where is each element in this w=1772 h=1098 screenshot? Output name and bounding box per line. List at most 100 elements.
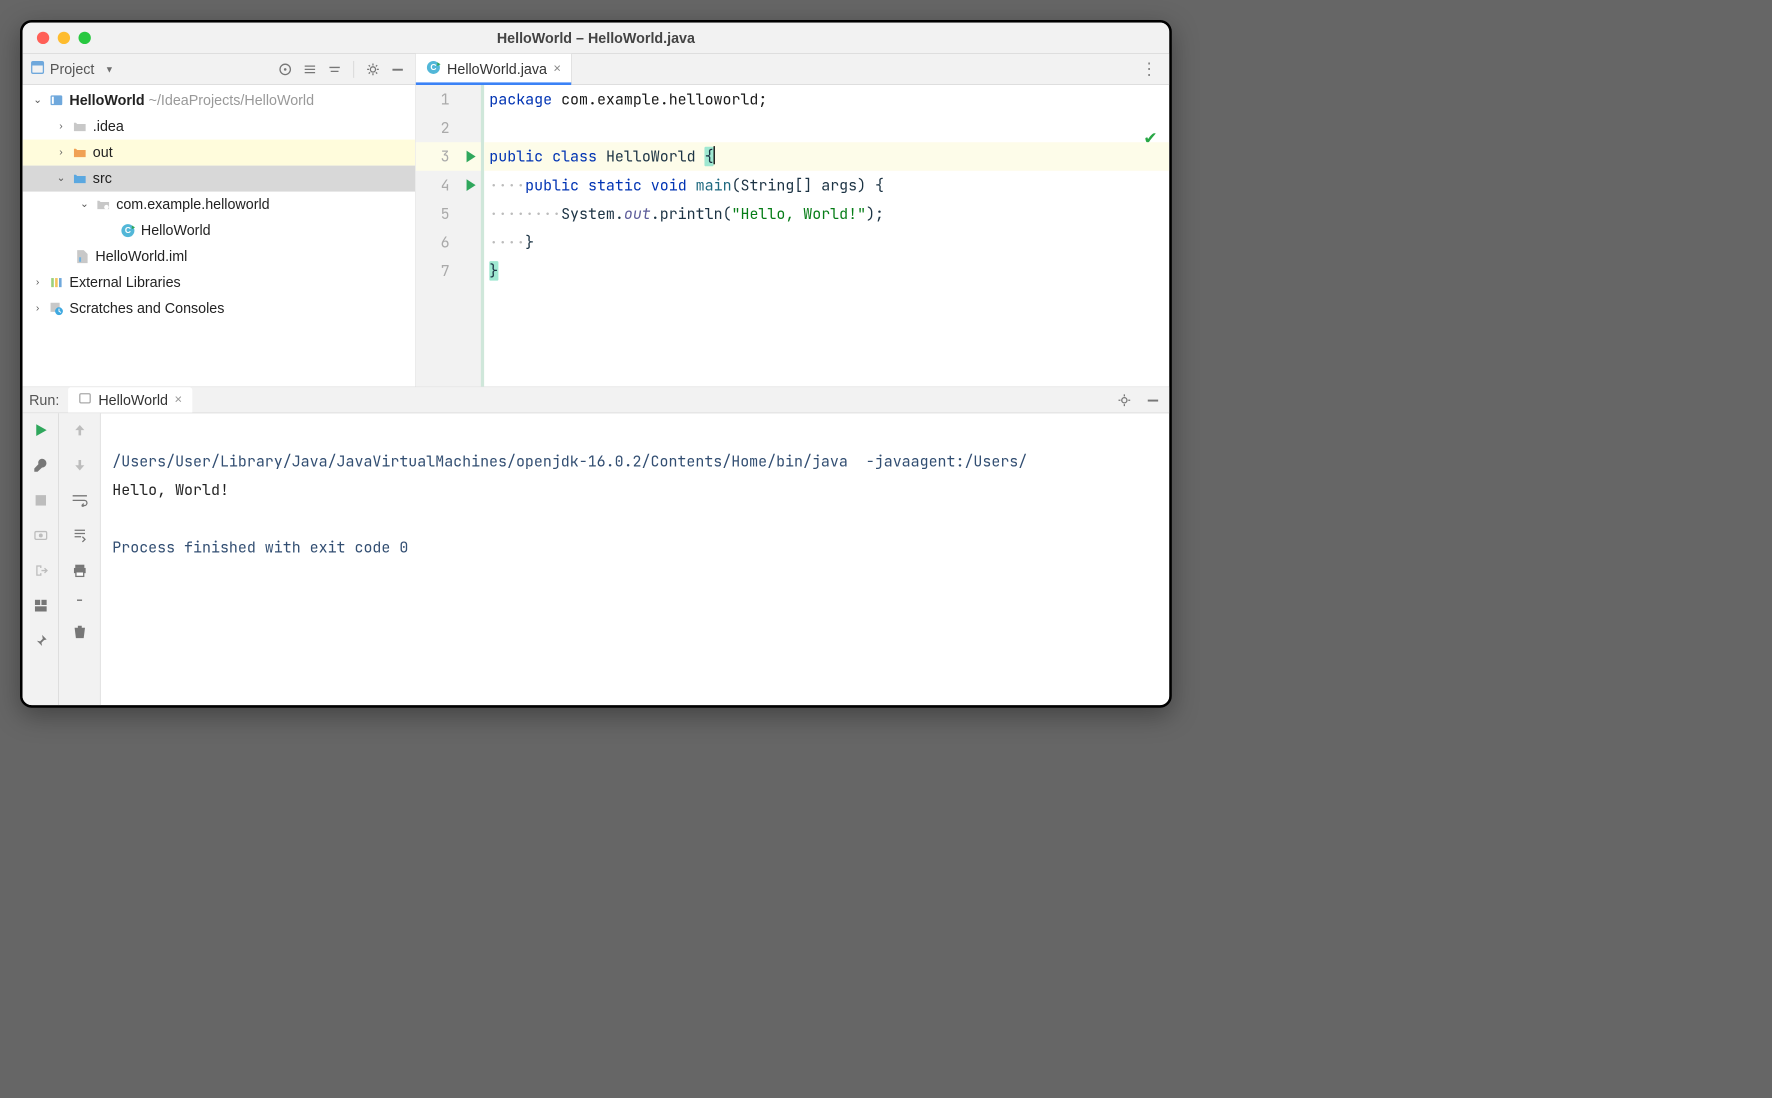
code-area[interactable]: ✔ 1 2 3 4 5 6 7 package com.example.hell… bbox=[416, 85, 1169, 387]
tree-label: HelloWorld bbox=[141, 218, 211, 244]
run-tab-close-icon[interactable]: × bbox=[174, 392, 182, 407]
gutter-line[interactable]: 5 bbox=[416, 199, 481, 228]
tree-item-external-libs[interactable]: › External Libraries bbox=[23, 270, 416, 296]
scroll-to-end-icon[interactable] bbox=[69, 525, 90, 546]
down-icon[interactable] bbox=[69, 455, 90, 476]
select-opened-file-icon[interactable] bbox=[275, 59, 294, 79]
hide-panel-icon[interactable] bbox=[388, 59, 408, 79]
caret bbox=[714, 146, 715, 164]
minimize-window-icon[interactable] bbox=[58, 32, 70, 44]
project-tree[interactable]: ⌄ HelloWorld ~/IdeaProjects/HelloWorld ›… bbox=[23, 85, 416, 387]
tree-label: HelloWorld.iml bbox=[95, 244, 187, 270]
editor-tab-label: HelloWorld.java bbox=[447, 61, 547, 78]
gutter-line[interactable]: 1 bbox=[416, 85, 481, 114]
run-gutter-icon[interactable] bbox=[467, 151, 476, 163]
console-actions-rail: − bbox=[59, 413, 101, 705]
tree-label: src bbox=[93, 166, 112, 192]
tree-root-label: HelloWorld ~/IdeaProjects/HelloWorld bbox=[69, 88, 314, 114]
project-sidebar: Project ▼ bbox=[23, 54, 416, 387]
print-icon[interactable] bbox=[69, 560, 90, 581]
gutter-line[interactable]: 2 bbox=[416, 114, 481, 143]
window-controls bbox=[37, 32, 91, 44]
tree-label: com.example.helloworld bbox=[116, 192, 269, 218]
zoom-window-icon[interactable] bbox=[79, 32, 91, 44]
dump-threads-icon[interactable] bbox=[30, 525, 51, 546]
code[interactable]: package com.example.helloworld; public c… bbox=[484, 85, 1169, 387]
separator bbox=[353, 61, 354, 78]
gutter: 1 2 3 4 5 6 7 bbox=[416, 85, 484, 387]
tree-label: External Libraries bbox=[69, 270, 180, 296]
gutter-line[interactable]: 7 bbox=[416, 257, 481, 286]
editor: C HelloWorld.java × ⋮ ✔ 1 2 3 4 5 6 7 bbox=[416, 54, 1169, 387]
gutter-line[interactable]: 3 bbox=[416, 142, 481, 171]
tree-item-class[interactable]: C HelloWorld bbox=[23, 218, 416, 244]
chevron-down-icon[interactable]: ⌄ bbox=[79, 192, 91, 218]
run-body: − /Users/User/Library/Java/JavaVirtualMa… bbox=[23, 413, 1170, 705]
ide-window: HelloWorld – HelloWorld.java Project ▼ bbox=[20, 20, 1172, 708]
code-line[interactable]: package com.example.helloworld; bbox=[484, 85, 1169, 114]
module-icon bbox=[49, 94, 65, 107]
stop-icon[interactable] bbox=[30, 490, 51, 511]
upper-split: Project ▼ bbox=[23, 54, 1170, 387]
editor-tabs: C HelloWorld.java × ⋮ bbox=[416, 54, 1169, 85]
project-toolbar: Project ▼ bbox=[23, 54, 416, 85]
chevron-right-icon[interactable]: › bbox=[32, 270, 44, 296]
tree-label: out bbox=[93, 140, 113, 166]
project-view-icon bbox=[30, 60, 44, 78]
tree-root[interactable]: ⌄ HelloWorld ~/IdeaProjects/HelloWorld bbox=[23, 88, 416, 114]
run-settings-icon[interactable] bbox=[1115, 390, 1135, 410]
window-title: HelloWorld – HelloWorld.java bbox=[23, 29, 1170, 46]
console-line: Hello, World! bbox=[112, 480, 229, 500]
code-line[interactable]: } bbox=[484, 257, 1169, 286]
chevron-down-icon[interactable]: ⌄ bbox=[32, 88, 44, 114]
tree-item-iml[interactable]: HelloWorld.iml bbox=[23, 244, 416, 270]
layout-icon[interactable] bbox=[30, 595, 51, 616]
project-view-chevron-icon[interactable]: ▼ bbox=[100, 59, 120, 79]
run-config-icon bbox=[79, 391, 92, 408]
exit-icon[interactable] bbox=[30, 560, 51, 581]
scratches-icon bbox=[49, 301, 65, 315]
chevron-right-icon[interactable]: › bbox=[55, 114, 67, 140]
run-header: Run: HelloWorld × bbox=[23, 387, 1170, 413]
code-line[interactable]: ····public static void main(String[] arg… bbox=[484, 171, 1169, 200]
java-class-icon: C bbox=[426, 60, 440, 78]
run-gutter-icon[interactable] bbox=[467, 179, 476, 191]
chevron-down-icon[interactable]: ⌄ bbox=[55, 166, 67, 192]
run-toolwindow: Run: HelloWorld × bbox=[23, 387, 1170, 706]
run-label: Run: bbox=[29, 391, 59, 408]
gutter-line[interactable]: 4 bbox=[416, 171, 481, 200]
expand-all-icon[interactable] bbox=[300, 59, 320, 79]
titlebar: HelloWorld – HelloWorld.java bbox=[23, 23, 1170, 54]
tree-item-src[interactable]: ⌄ src bbox=[23, 166, 416, 192]
svg-text:C: C bbox=[125, 225, 131, 235]
console[interactable]: /Users/User/Library/Java/JavaVirtualMach… bbox=[101, 413, 1170, 705]
iml-file-icon bbox=[75, 249, 91, 263]
gutter-line[interactable]: 6 bbox=[416, 228, 481, 257]
code-line[interactable] bbox=[484, 114, 1169, 143]
chevron-right-icon[interactable]: › bbox=[32, 296, 44, 322]
tree-item-idea[interactable]: › .idea bbox=[23, 114, 416, 140]
up-icon[interactable] bbox=[69, 420, 90, 441]
close-tab-icon[interactable]: × bbox=[553, 62, 561, 77]
tree-item-package[interactable]: ⌄ com.example.helloworld bbox=[23, 192, 416, 218]
soft-wrap-icon[interactable] bbox=[69, 490, 90, 511]
code-line[interactable]: ····} bbox=[484, 228, 1169, 257]
pin-icon[interactable] bbox=[30, 630, 51, 651]
run-config-label: HelloWorld bbox=[98, 391, 168, 408]
rerun-icon[interactable] bbox=[30, 420, 51, 441]
code-line[interactable]: ········System.out.println("Hello, World… bbox=[484, 199, 1169, 228]
run-config-tab[interactable]: HelloWorld × bbox=[68, 387, 192, 412]
java-class-icon: C bbox=[120, 223, 136, 237]
chevron-right-icon[interactable]: › bbox=[55, 140, 67, 166]
settings-icon[interactable] bbox=[363, 59, 383, 79]
tree-item-scratches[interactable]: › Scratches and Consoles bbox=[23, 296, 416, 322]
wrench-icon[interactable] bbox=[30, 455, 51, 476]
editor-tab-helloworld[interactable]: C HelloWorld.java × bbox=[416, 54, 572, 85]
close-window-icon[interactable] bbox=[37, 32, 49, 44]
code-line[interactable]: public class HelloWorld { bbox=[484, 142, 1169, 171]
run-hide-icon[interactable] bbox=[1143, 390, 1163, 410]
more-icon[interactable]: ⋮ bbox=[1129, 59, 1169, 79]
tree-item-out[interactable]: › out bbox=[23, 140, 416, 166]
collapse-all-icon[interactable] bbox=[325, 59, 345, 79]
clear-icon[interactable] bbox=[69, 621, 90, 642]
